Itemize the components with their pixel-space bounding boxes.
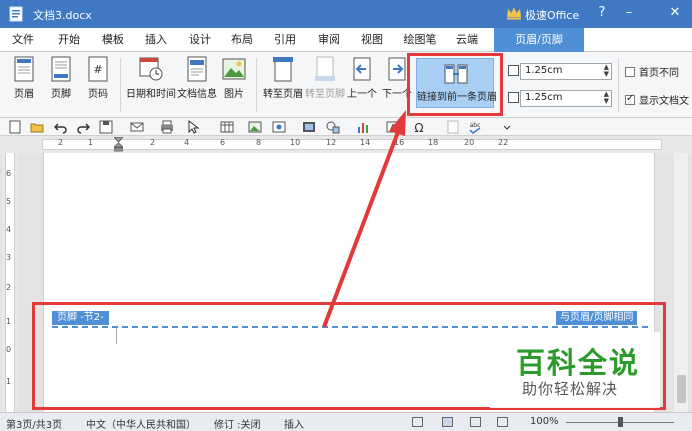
watermark-title: 百科全说 (516, 346, 641, 380)
language-status[interactable]: 中文（中华人民共和国） (86, 416, 196, 431)
status-bar: 第3页/共3页 中文（中华人民共和国） 修订 :关闭 插入 100% (0, 412, 692, 431)
watermark: 百科全说 助你轻松解决 (490, 332, 660, 408)
web-layout-icon[interactable] (470, 417, 481, 427)
print-layout-icon[interactable] (442, 417, 453, 427)
zoom-level[interactable]: 100% (530, 416, 559, 427)
insert-mode-status[interactable]: 插入 (284, 416, 304, 431)
page-count: 第3页/共3页 (6, 420, 63, 431)
focus-view-icon[interactable] (412, 417, 423, 427)
zoom-slider-handle[interactable] (618, 417, 623, 427)
outline-view-icon[interactable] (497, 417, 508, 427)
watermark-subtitle: 助你轻松解决 (522, 380, 619, 398)
revision-status[interactable]: 修订 :关闭 (214, 416, 261, 431)
